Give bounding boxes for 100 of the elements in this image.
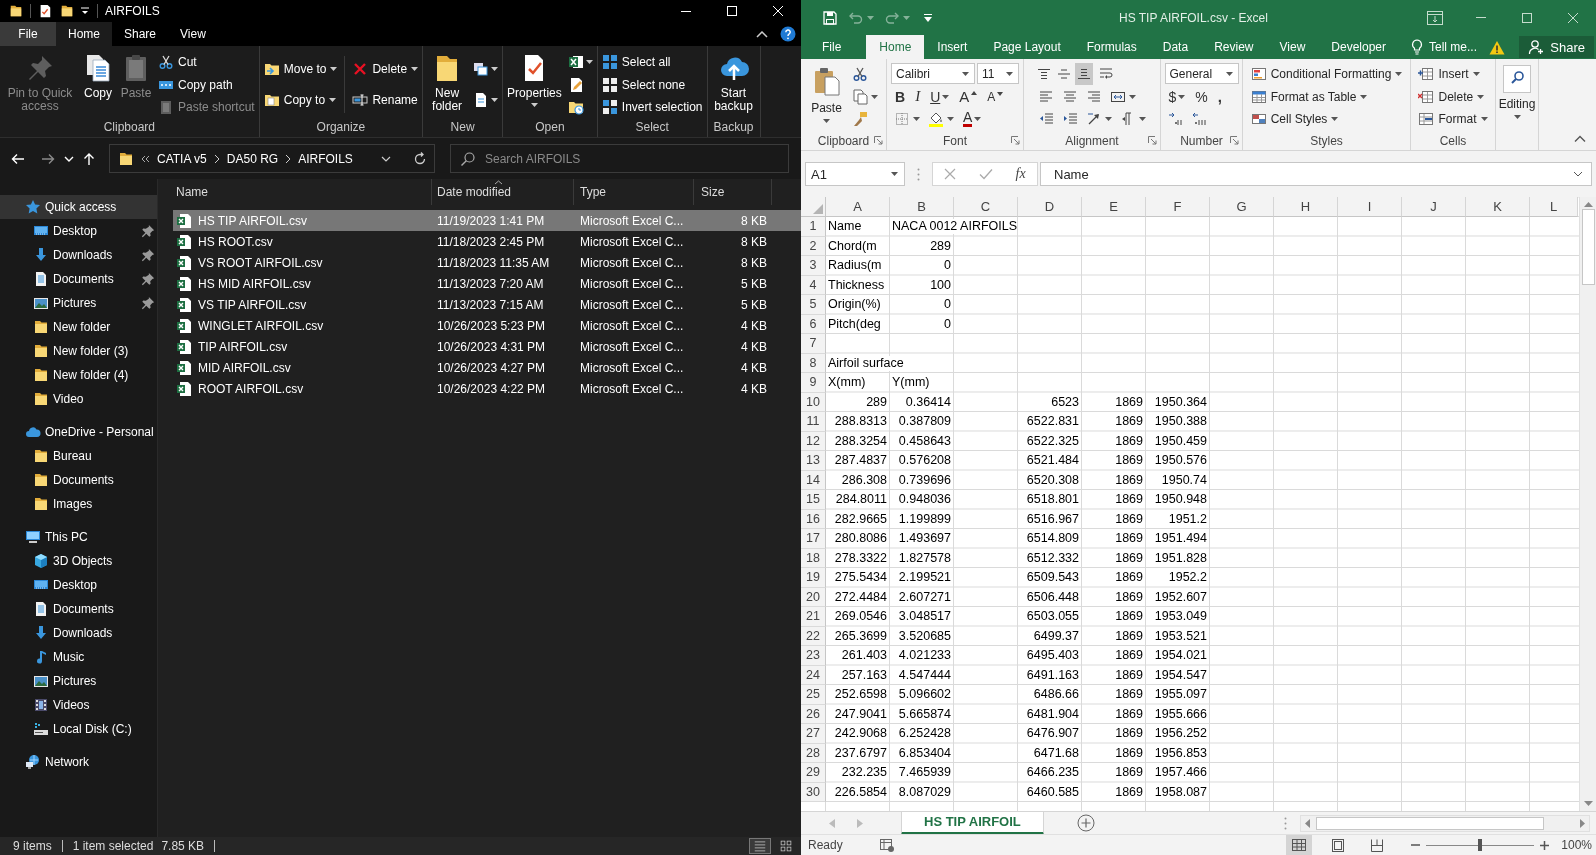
nav-item[interactable]: Downloads: [0, 243, 157, 267]
row-header[interactable]: 15: [801, 490, 826, 510]
folder-icon[interactable]: [60, 4, 74, 18]
nav-item[interactable]: Desktop: [0, 573, 157, 597]
nav-item[interactable]: This PC: [0, 525, 157, 549]
file-row[interactable]: VS ROOT AIRFOIL.csv 11/18/2023 11:35 AM Microsoft Excel C... 8 KB: [173, 252, 801, 273]
scrollbar-thumb[interactable]: [1316, 816, 1544, 830]
tell-me-button[interactable]: Tell me...: [1411, 35, 1477, 59]
add-sheet-icon[interactable]: [1076, 814, 1095, 832]
editing-button[interactable]: Editing: [1494, 62, 1540, 119]
scroll-left-icon[interactable]: [1305, 818, 1310, 828]
row-header[interactable]: 1: [801, 217, 826, 237]
row-header[interactable]: 11: [801, 412, 826, 432]
dialog-launcher-icon[interactable]: [1011, 136, 1020, 145]
row-header[interactable]: 21: [801, 607, 826, 627]
row-header[interactable]: 19: [801, 568, 826, 588]
path-segment[interactable]: AIRFOILS: [298, 151, 353, 166]
decrease-font-size-button[interactable]: A: [983, 85, 1008, 108]
file-row[interactable]: ROOT AIRFOIL.csv 10/26/2023 4:22 PM Microsoft Excel C... 4 KB: [173, 378, 801, 399]
double-chevron-icon[interactable]: [141, 154, 150, 163]
font-name-field[interactable]: Calibri: [891, 63, 975, 85]
nav-item[interactable]: Documents: [0, 267, 157, 291]
percent-button[interactable]: %: [1191, 85, 1212, 108]
nav-item[interactable]: New folder: [0, 315, 157, 339]
nav-item[interactable]: Desktop: [0, 219, 157, 243]
row-header[interactable]: 13: [801, 451, 826, 471]
chevron-right-icon[interactable]: [213, 153, 220, 164]
file-row[interactable]: HS TIP AIRFOIL.csv 11/19/2023 1:41 PM Microsoft Excel C... 8 KB: [173, 210, 801, 231]
address-bar[interactable]: CATIA v5 DA50 RG AIRFOILS: [109, 144, 435, 173]
ribbon-display-icon[interactable]: [1427, 10, 1443, 25]
nav-item[interactable]: Pictures: [0, 291, 157, 315]
conditional-formatting-button[interactable]: Conditional Formatting: [1248, 62, 1405, 85]
row-header[interactable]: 9: [801, 373, 826, 393]
increase-font-size-button[interactable]: A: [955, 85, 982, 108]
nav-item[interactable]: Documents: [0, 597, 157, 621]
nav-item[interactable]: Network: [0, 750, 157, 774]
rename-button[interactable]: Rename: [350, 88, 421, 111]
ribbon-tab[interactable]: Home: [866, 35, 925, 59]
file-row[interactable]: HS ROOT.csv 11/18/2023 2:45 PM Microsoft Excel C... 8 KB: [173, 231, 801, 252]
pin-icon[interactable]: [141, 248, 155, 262]
nav-item[interactable]: New folder (3): [0, 339, 157, 363]
nav-item[interactable]: OneDrive - Personal: [0, 420, 157, 444]
horizontal-scrollbar[interactable]: [1300, 814, 1590, 832]
nav-item[interactable]: Documents: [0, 468, 157, 492]
ribbon-tab[interactable]: Page Layout: [980, 35, 1074, 59]
comma-style-button[interactable]: ,: [1213, 85, 1226, 108]
ribbon-tab[interactable]: View: [1266, 35, 1319, 59]
nav-item[interactable]: Images: [0, 492, 157, 516]
vertical-scrollbar[interactable]: [1579, 197, 1596, 811]
invert-selection-button[interactable]: Invert selection: [599, 96, 705, 119]
copy-to-button[interactable]: Copy to: [261, 88, 340, 111]
pin-icon[interactable]: [141, 296, 155, 310]
ribbon-tab[interactable]: File: [809, 35, 855, 59]
column-header[interactable]: L: [1530, 197, 1578, 217]
row-header[interactable]: 25: [801, 685, 826, 705]
nav-item[interactable]: 3D Objects: [0, 549, 157, 573]
ribbon-tab[interactable]: View: [168, 22, 218, 46]
underline-button[interactable]: U: [926, 85, 954, 108]
ribbon-tab[interactable]: Share: [112, 22, 169, 46]
nav-item[interactable]: Videos: [0, 693, 157, 717]
scroll-up-icon[interactable]: [1583, 202, 1593, 207]
nav-item[interactable]: Quick access: [0, 195, 157, 219]
path-segment[interactable]: CATIA v5: [157, 151, 207, 166]
nav-item[interactable]: Bureau: [0, 444, 157, 468]
row-header[interactable]: 5: [801, 295, 826, 315]
file-row[interactable]: HS MID AIRFOIL.csv 11/13/2023 7:20 AM Microsoft Excel C... 5 KB: [173, 273, 801, 294]
zoom-in-icon[interactable]: [1540, 840, 1550, 850]
chevron-right-icon[interactable]: [285, 153, 292, 164]
file-row[interactable]: WINGLET AIRFOIL.csv 10/26/2023 5:23 PM Microsoft Excel C... 4 KB: [173, 315, 801, 336]
column-header[interactable]: F: [1146, 197, 1210, 217]
delete-button[interactable]: Delete: [1416, 85, 1490, 108]
ribbon-tab[interactable]: Formulas: [1073, 35, 1150, 59]
scroll-right-icon[interactable]: [1580, 818, 1585, 828]
column-header[interactable]: H: [1274, 197, 1338, 217]
dropdown-icon[interactable]: [80, 7, 90, 15]
column-header[interactable]: A: [826, 197, 890, 217]
ribbon-tab[interactable]: Home: [56, 22, 112, 46]
warning-icon[interactable]: [1489, 39, 1505, 55]
cell-styles-button[interactable]: Cell Styles: [1248, 108, 1405, 131]
column-header[interactable]: J: [1402, 197, 1466, 217]
properties-button[interactable]: Properties: [505, 50, 564, 107]
column-header[interactable]: G: [1210, 197, 1274, 217]
new-folder-button[interactable]: New folder: [425, 50, 470, 113]
move-to-button[interactable]: Move to: [261, 58, 340, 81]
column-header[interactable]: D: [1018, 197, 1082, 217]
delete-button[interactable]: Delete: [350, 58, 421, 81]
insert-button[interactable]: Insert: [1416, 62, 1490, 85]
dialog-launcher-icon[interactable]: [1230, 136, 1239, 145]
ribbon-tab[interactable]: Data: [1149, 35, 1202, 59]
name-box[interactable]: A1: [805, 162, 905, 186]
macro-record-icon[interactable]: [879, 838, 894, 852]
file-row[interactable]: TIP AIRFOIL.csv 10/26/2023 4:31 PM Microsoft Excel C... 4 KB: [173, 336, 801, 357]
column-header[interactable]: Size: [694, 179, 772, 205]
scrollbar-thumb[interactable]: [1581, 209, 1595, 285]
paste-button[interactable]: Paste: [806, 62, 847, 123]
column-header[interactable]: Name: [173, 179, 432, 205]
path-segment[interactable]: DA50 RG: [226, 151, 279, 166]
cut-button[interactable]: Cut: [156, 50, 257, 73]
share-button[interactable]: Share: [1519, 36, 1594, 58]
bottom-align-button[interactable]: [1075, 62, 1093, 85]
